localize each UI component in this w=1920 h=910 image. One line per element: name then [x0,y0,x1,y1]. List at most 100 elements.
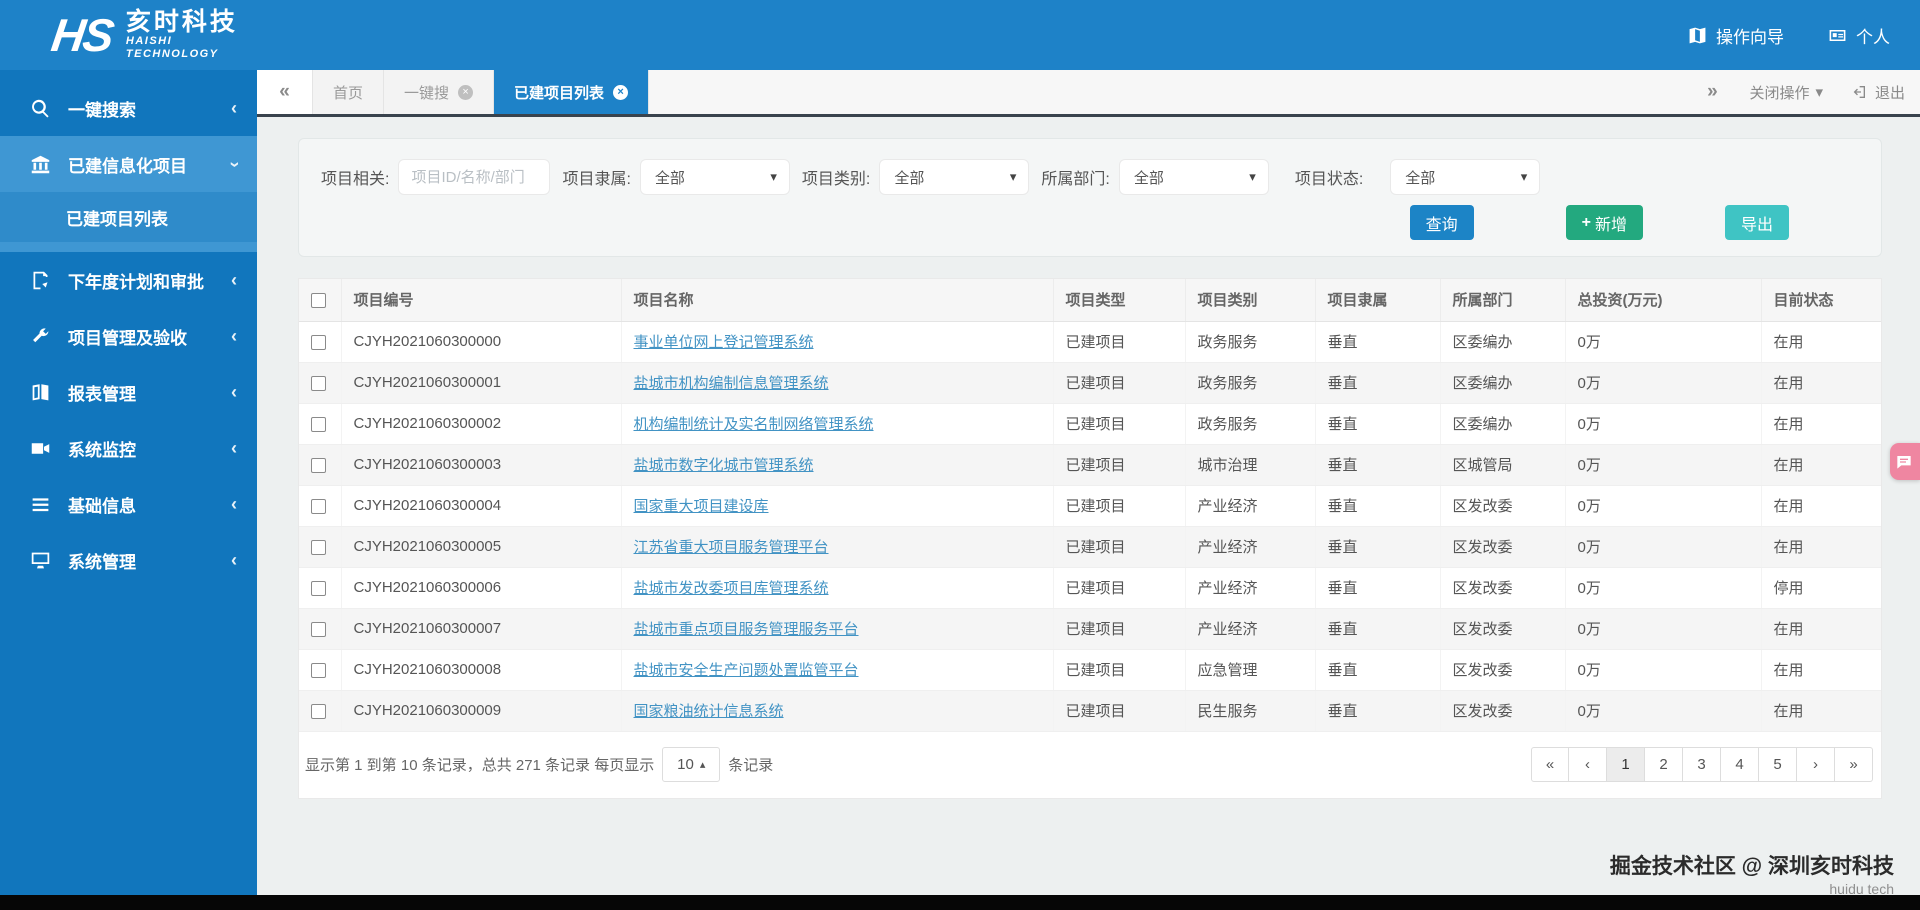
row-checkbox[interactable] [311,539,326,555]
project-name-link[interactable]: 盐城市数字化城市管理系统 [634,457,814,474]
sidebar-item-label: 下年度计划和审批 [68,272,204,292]
cell-project-code: CJYH2021060300006 [341,567,622,609]
row-checkbox[interactable] [311,662,326,678]
sidebar-item-next-year-plan[interactable]: 下年度计划和审批 ‹ [0,252,257,308]
select-all-checkbox[interactable] [311,292,326,308]
tab-built-project-list[interactable]: 已建项目列表 × [494,70,650,114]
project-search-input[interactable] [398,159,551,195]
cell-project-code: CJYH2021060300002 [341,403,622,445]
page-size-select[interactable]: 10 ▴ [662,746,721,782]
add-button[interactable]: + 新增 [1565,205,1643,240]
table-row: CJYH2021060300004 国家重大项目建设库 已建项目 产业经济 垂直… [299,485,1881,527]
page-button[interactable]: 2 [1645,746,1683,782]
pagination-summary: 显示第 1 到第 10 条记录，总共 271 条记录 每页显示 [305,756,655,774]
page-button[interactable]: › [1797,746,1835,782]
table-row: CJYH2021060300009 国家粮油统计信息系统 已建项目 民生服务 垂… [299,690,1881,732]
project-name-link[interactable]: 盐城市重点项目服务管理服务平台 [634,621,859,638]
operation-guide-button[interactable]: 操作向导 [1688,23,1784,48]
project-category-select[interactable]: 全部 ▾ [879,159,1030,195]
row-checkbox[interactable] [311,334,326,350]
cell-investment: 0万 [1565,526,1762,568]
chevron-left-icon: ‹ [231,97,237,118]
plus-icon: + [1581,213,1591,231]
page-button[interactable]: 3 [1683,746,1721,782]
tabs-scroll-left-button[interactable]: « [257,70,313,114]
chevron-left-icon: ‹ [231,325,237,346]
sidebar-item-basic-info[interactable]: 基础信息 ‹ [0,476,257,532]
tabs-scroll-right-button[interactable]: » [1690,70,1734,114]
column-header-category: 项目类别 [1185,279,1316,322]
sidebar-item-system-monitor[interactable]: 系统监控 ‹ [0,420,257,476]
project-status-select[interactable]: 全部 ▾ [1390,159,1541,195]
cell-project-category: 城市治理 [1185,444,1316,486]
page-button[interactable]: 5 [1759,746,1797,782]
cell-project-category: 政务服务 [1185,321,1316,363]
project-name-link[interactable]: 事业单位网上登记管理系统 [634,334,814,351]
cell-investment: 0万 [1565,608,1762,650]
tab-home[interactable]: 首页 [313,70,385,114]
cell-project-category: 民生服务 [1185,690,1316,732]
personal-button[interactable]: 个人 [1828,23,1890,48]
cell-project-belong: 垂直 [1315,485,1441,527]
project-name-link[interactable]: 国家粮油统计信息系统 [634,703,784,720]
cell-project-code: CJYH2021060300000 [341,321,622,363]
sidebar-subitem-label: 已建项目列表 [66,209,168,229]
row-checkbox[interactable] [311,621,326,637]
floating-feedback-button[interactable] [1890,443,1920,480]
sidebar-item-system-management[interactable]: 系统管理 ‹ [0,532,257,588]
cell-status: 停用 [1761,567,1881,609]
row-checkbox[interactable] [311,457,326,473]
filter-label-department: 所属部门: [1041,171,1110,188]
tab-close-icon[interactable]: × [458,84,474,100]
sidebar-item-project-management[interactable]: 项目管理及验收 ‹ [0,308,257,364]
column-header-type: 项目类型 [1053,279,1186,322]
row-checkbox[interactable] [311,416,326,432]
page-button[interactable]: 4 [1721,746,1759,782]
filter-label-status: 项目状态: [1294,171,1364,188]
project-name-link[interactable]: 机构编制统计及实名制网络管理系统 [634,416,874,433]
row-checkbox[interactable] [311,375,326,391]
cell-department: 区委编办 [1440,321,1566,363]
cell-investment: 0万 [1565,321,1762,363]
cell-project-type: 已建项目 [1053,649,1186,691]
row-checkbox[interactable] [311,703,326,719]
cell-status: 在用 [1761,403,1881,445]
page-button[interactable]: « [1531,746,1569,782]
query-button[interactable]: 查询 [1409,205,1474,240]
logo-name-en-1: HAISHI [125,35,173,47]
project-name-link[interactable]: 盐城市机构编制信息管理系统 [634,375,829,392]
row-checkbox[interactable] [311,498,326,514]
project-belong-select[interactable]: 全部 ▾ [639,159,790,195]
project-name-link[interactable]: 盐城市发改委项目库管理系统 [634,580,829,597]
cell-project-belong: 垂直 [1315,608,1441,650]
project-name-link[interactable]: 盐城市安全生产问题处置监管平台 [634,662,859,679]
chevron-left-icon: ‹ [231,549,237,570]
export-button[interactable]: 导出 [1724,205,1789,240]
cell-status: 在用 [1761,362,1881,404]
page-button[interactable]: » [1835,746,1873,782]
cell-project-code: CJYH2021060300007 [341,608,622,650]
select-value: 全部 [1133,169,1164,187]
page-button[interactable]: 1 [1607,746,1645,782]
cell-project-type: 已建项目 [1053,403,1186,445]
logout-button[interactable]: 退出 [1838,70,1920,114]
cell-project-code: CJYH2021060300004 [341,485,622,527]
watermark-brand: 掘金技术社区 @ 深圳亥时科技 [1609,855,1894,878]
project-name-link[interactable]: 江苏省重大项目服务管理平台 [634,539,829,556]
sidebar-item-quick-search[interactable]: 一键搜索 ‹ [0,80,257,136]
cell-project-belong: 垂直 [1315,403,1441,445]
page-button[interactable]: ‹ [1569,746,1607,782]
caret-down-icon: ▾ [1009,169,1017,184]
close-operations-dropdown[interactable]: 关闭操作 ▾ [1734,70,1838,114]
tab-close-icon[interactable]: × [613,84,629,100]
project-name-link[interactable]: 国家重大项目建设库 [634,498,769,515]
cell-project-type: 已建项目 [1053,567,1186,609]
table-row: CJYH2021060300008 盐城市安全生产问题处置监管平台 已建项目 应… [299,649,1881,691]
sidebar-subitem-built-project-list[interactable]: 已建项目列表 [0,192,257,242]
tab-quick-search[interactable]: 一键搜 × [384,70,495,114]
sidebar-item-built-info-projects[interactable]: 已建信息化项目 ‹ [0,136,257,192]
table-row: CJYH2021060300005 江苏省重大项目服务管理平台 已建项目 产业经… [299,526,1881,568]
department-select[interactable]: 全部 ▾ [1118,159,1269,195]
sidebar-item-report-management[interactable]: 报表管理 ‹ [0,364,257,420]
row-checkbox[interactable] [311,580,326,596]
